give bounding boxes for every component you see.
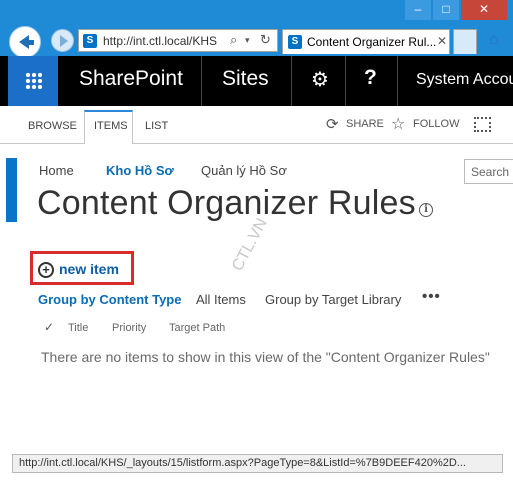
minimize-button[interactable]: – xyxy=(405,0,431,20)
suite-divider xyxy=(201,56,202,106)
follow-button[interactable]: FOLLOW xyxy=(413,118,459,130)
suite-divider xyxy=(345,56,346,106)
home-icon[interactable]: ⌂ xyxy=(489,31,499,49)
tab-items[interactable]: ITEMS xyxy=(94,120,128,132)
nav-kho-ho-so[interactable]: Kho Hồ Sơ xyxy=(106,163,174,178)
address-url[interactable]: http://int.ctl.local/KHS xyxy=(103,34,223,48)
column-header-priority[interactable]: Priority xyxy=(112,322,146,334)
view-all-items[interactable]: All Items xyxy=(196,292,246,307)
column-header-title[interactable]: Title xyxy=(68,322,88,334)
close-tab-icon[interactable]: ✕ xyxy=(437,34,447,48)
empty-list-message: There are no items to show in this view … xyxy=(41,349,490,365)
column-header-target-path[interactable]: Target Path xyxy=(169,322,225,334)
info-icon[interactable]: i xyxy=(419,203,433,217)
search-input[interactable]: Search xyxy=(464,159,513,184)
sharepoint-favicon-icon: S xyxy=(83,34,97,48)
status-bar: http://int.ctl.local/KHS/_layouts/15/lis… xyxy=(12,454,503,473)
select-all-check-icon[interactable]: ✓ xyxy=(44,320,54,334)
nav-quan-ly-ho-so[interactable]: Quản lý Hồ Sơ xyxy=(201,163,287,178)
new-item-button[interactable]: new item xyxy=(59,261,119,277)
sharepoint-favicon-icon: S xyxy=(288,35,302,49)
account-menu[interactable]: System Accou xyxy=(416,71,513,89)
maximize-button[interactable]: □ xyxy=(433,0,459,20)
page-title: Content Organizer Rules xyxy=(37,184,416,222)
tab-browse[interactable]: BROWSE xyxy=(28,120,77,132)
suite-divider xyxy=(291,56,292,106)
back-button[interactable] xyxy=(9,26,41,58)
forward-button[interactable] xyxy=(51,29,74,52)
waffle-icon xyxy=(25,72,42,89)
follow-icon[interactable]: ☆ xyxy=(391,114,405,134)
watermark: CTL.VN xyxy=(229,215,271,274)
close-window-button[interactable]: ✕ xyxy=(461,0,507,20)
app-launcher-button[interactable] xyxy=(8,56,58,106)
share-icon[interactable]: ⟳ xyxy=(326,115,339,133)
dropdown-icon[interactable]: ▾ xyxy=(245,35,250,46)
add-circle-icon[interactable]: + xyxy=(38,262,54,278)
tab-title: Content Organizer Rul... xyxy=(307,35,437,49)
new-tab-button[interactable] xyxy=(453,29,477,54)
gear-icon[interactable]: ⚙ xyxy=(311,67,329,92)
focus-on-content-icon[interactable] xyxy=(474,117,491,132)
help-icon[interactable]: ? xyxy=(364,66,377,90)
page-accent-bar xyxy=(6,158,17,222)
search-icon[interactable]: ⌕ xyxy=(230,32,237,48)
browser-tab[interactable]: S Content Organizer Rul... ✕ xyxy=(282,29,450,54)
refresh-icon[interactable]: ↻ xyxy=(260,32,271,48)
more-views-button[interactable]: ••• xyxy=(422,288,441,305)
share-button[interactable]: SHARE xyxy=(346,118,384,130)
sharepoint-brand[interactable]: SharePoint xyxy=(79,67,183,91)
sites-link[interactable]: Sites xyxy=(222,67,269,91)
address-bar[interactable]: S http://int.ctl.local/KHS ⌕ ▾ ↻ xyxy=(78,29,278,52)
suite-divider xyxy=(397,56,398,106)
tab-list[interactable]: LIST xyxy=(145,120,168,132)
nav-home[interactable]: Home xyxy=(39,163,74,178)
view-group-by-content-type[interactable]: Group by Content Type xyxy=(38,292,181,307)
view-group-by-target-library[interactable]: Group by Target Library xyxy=(265,292,401,307)
